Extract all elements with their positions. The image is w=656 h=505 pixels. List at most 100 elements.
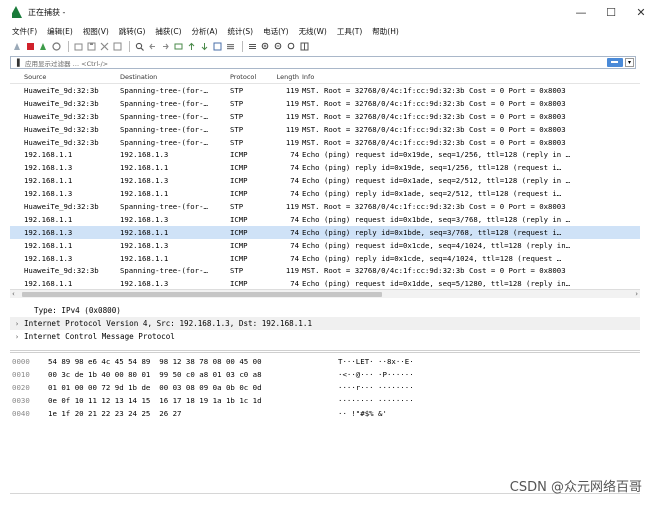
table-row[interactable]: HuaweiTe_9d:32:3b Spanning-tree-(for-… STP…	[10, 110, 640, 123]
bytes-row[interactable]: 0010 00 3c de 1b 40 00 80 01 99 50 c0 a8…	[10, 368, 640, 381]
column-header-length[interactable]: Length	[272, 73, 302, 81]
column-header-info[interactable]: Info	[302, 73, 640, 81]
bytes-offset: 0010	[12, 370, 30, 379]
table-row[interactable]: HuaweiTe_9d:32:3b Spanning-tree-(for-… STP…	[10, 136, 640, 149]
scroll-right-icon[interactable]: ›	[635, 290, 638, 298]
menu-help[interactable]: 帮助(H)	[372, 26, 399, 37]
stop-capture-icon[interactable]	[25, 42, 35, 52]
minimize-button[interactable]: —	[566, 0, 596, 24]
close-button[interactable]: ✕	[626, 0, 656, 24]
cell-protocol: ICMP	[230, 214, 248, 224]
bytes-offset: 0020	[12, 383, 30, 392]
menu-analyze[interactable]: 分析(A)	[192, 26, 218, 37]
menu-wireless[interactable]: 无线(W)	[299, 26, 327, 37]
save-file-icon[interactable]	[86, 42, 96, 52]
scrollbar-thumb[interactable]	[22, 292, 382, 297]
menu-edit[interactable]: 编辑(E)	[47, 26, 73, 37]
cell-destination: Spanning-tree-(for-…	[120, 98, 208, 108]
scroll-left-icon[interactable]: ‹	[12, 290, 15, 298]
cell-source: HuaweiTe_9d:32:3b	[24, 98, 99, 108]
table-row[interactable]: 192.168.1.1 192.168.1.3 ICMP 74 Echo (ping) …	[10, 148, 640, 161]
menu-file[interactable]: 文件(F)	[12, 26, 37, 37]
packet-list-scrollbar[interactable]: ‹ ›	[10, 289, 640, 298]
go-forward-icon[interactable]	[160, 42, 170, 52]
start-capture-icon[interactable]	[12, 42, 22, 52]
detail-text: Type: IPv4 (0x0800)	[34, 306, 121, 315]
menu-view[interactable]: 视图(V)	[83, 26, 109, 37]
bytes-row[interactable]: 0000 54 89 98 e6 4c 45 54 89 98 12 38 78…	[10, 355, 640, 368]
menu-capture[interactable]: 捕获(C)	[155, 26, 181, 37]
bytes-row[interactable]: 0020 01 01 00 00 72 9d 1b de 00 03 08 09…	[10, 381, 640, 394]
cell-protocol: STP	[230, 201, 244, 211]
pane-splitter[interactable]	[10, 350, 640, 353]
menu-tools[interactable]: 工具(T)	[337, 26, 362, 37]
cell-protocol: STP	[230, 266, 244, 276]
cell-length: 119	[285, 111, 299, 121]
table-row[interactable]: HuaweiTe_9d:32:3b Spanning-tree-(for-… STP…	[10, 84, 640, 97]
open-file-icon[interactable]	[73, 42, 83, 52]
go-back-icon[interactable]	[147, 42, 157, 52]
cell-protocol: ICMP	[230, 163, 248, 173]
normal-size-icon[interactable]	[286, 42, 296, 52]
list-view-icon[interactable]	[247, 42, 257, 52]
find-packet-icon[interactable]	[134, 42, 144, 52]
cell-length: 119	[285, 85, 299, 95]
bytes-row[interactable]: 0040 1e 1f 20 21 22 23 24 25 26 27 ·· !"…	[10, 407, 640, 420]
cell-source: HuaweiTe_9d:32:3b	[24, 266, 99, 276]
cell-info: MST. Root = 32768/0/4c:1f:cc:9d:32:3b Co…	[302, 111, 566, 121]
auto-scroll-icon[interactable]	[212, 42, 222, 52]
menu-statistics[interactable]: 统计(S)	[228, 26, 254, 37]
cell-protocol: STP	[230, 137, 244, 147]
table-row[interactable]: 192.168.1.3 192.168.1.1 ICMP 74 Echo (ping) …	[10, 225, 640, 239]
cell-info: MST. Root = 32768/0/4c:1f:cc:9d:32:3b Co…	[302, 85, 566, 95]
table-row[interactable]: 192.168.1.3 192.168.1.1 ICMP 74 Echo (ping) …	[10, 187, 640, 200]
last-packet-icon[interactable]	[199, 42, 209, 52]
go-to-packet-icon[interactable]	[173, 42, 183, 52]
cell-destination: Spanning-tree-(for-…	[120, 85, 208, 95]
detail-row-ethertype[interactable]: Type: IPv4 (0x0800)	[10, 304, 640, 317]
table-row[interactable]: HuaweiTe_9d:32:3b Spanning-tree-(for-… STP…	[10, 97, 640, 110]
filter-dropdown-chevron-icon[interactable]: ▾	[625, 58, 634, 67]
table-row[interactable]: 192.168.1.1 192.168.1.3 ICMP 74 Echo (ping) …	[10, 277, 640, 288]
restart-capture-icon[interactable]	[38, 42, 48, 52]
close-file-icon[interactable]	[99, 42, 109, 52]
cell-info: Echo (ping) reply id=0x1ade, seq=2/512, …	[302, 189, 562, 199]
column-header-source[interactable]: Source	[10, 73, 120, 81]
resize-columns-icon[interactable]	[299, 42, 309, 52]
table-row[interactable]: 192.168.1.1 192.168.1.3 ICMP 74 Echo (ping) …	[10, 174, 640, 187]
table-row[interactable]: HuaweiTe_9d:32:3b Spanning-tree-(for-… STP…	[10, 123, 640, 136]
cell-length: 74	[290, 163, 299, 173]
table-row[interactable]: 192.168.1.3 192.168.1.1 ICMP 74 Echo (ping) …	[10, 161, 640, 174]
cell-length: 74	[290, 279, 299, 288]
table-row[interactable]: 192.168.1.1 192.168.1.3 ICMP 74 Echo (ping) …	[10, 239, 640, 252]
colorize-icon[interactable]	[225, 42, 235, 52]
expand-arrow-icon[interactable]: ›	[10, 333, 24, 341]
table-row[interactable]: HuaweiTe_9d:32:3b Spanning-tree-(for-… STP…	[10, 264, 640, 277]
capture-options-icon[interactable]	[51, 42, 61, 52]
cell-destination: 192.168.1.3	[120, 214, 169, 224]
display-filter-input[interactable]: 应用显示过滤器 … <Ctrl-/>	[23, 58, 607, 68]
column-header-destination[interactable]: Destination	[120, 73, 230, 81]
menu-telephony[interactable]: 电话(Y)	[263, 26, 288, 37]
maximize-button[interactable]: ☐	[596, 0, 626, 24]
cell-destination: Spanning-tree-(for-…	[120, 201, 208, 211]
expand-arrow-icon[interactable]: ›	[10, 320, 24, 328]
table-row[interactable]: 192.168.1.1 192.168.1.3 ICMP 74 Echo (ping) …	[10, 213, 640, 226]
zoom-in-icon[interactable]	[260, 42, 270, 52]
cell-protocol: STP	[230, 124, 244, 134]
apply-filter-arrow-icon[interactable]	[607, 58, 623, 67]
bytes-row[interactable]: 0030 0e 0f 10 11 12 13 14 15 16 17 18 19…	[10, 394, 640, 407]
cell-destination: Spanning-tree-(for-…	[120, 266, 208, 276]
cell-length: 119	[285, 266, 299, 276]
first-packet-icon[interactable]	[186, 42, 196, 52]
detail-row-ipv4[interactable]: › Internet Protocol Version 4, Src: 192.…	[10, 317, 640, 330]
zoom-out-icon[interactable]	[273, 42, 283, 52]
table-row[interactable]: 192.168.1.3 192.168.1.1 ICMP 74 Echo (ping) …	[10, 252, 640, 265]
menu-go[interactable]: 跳转(G)	[119, 26, 146, 37]
reload-icon[interactable]	[112, 42, 122, 52]
column-header-protocol[interactable]: Protocol	[230, 73, 272, 81]
table-row[interactable]: HuaweiTe_9d:32:3b Spanning-tree-(for-… STP…	[10, 200, 640, 213]
toolbar-separator	[129, 41, 130, 52]
bookmark-icon[interactable]: ▐	[11, 57, 23, 68]
detail-row-icmp[interactable]: › Internet Control Message Protocol	[10, 330, 640, 343]
